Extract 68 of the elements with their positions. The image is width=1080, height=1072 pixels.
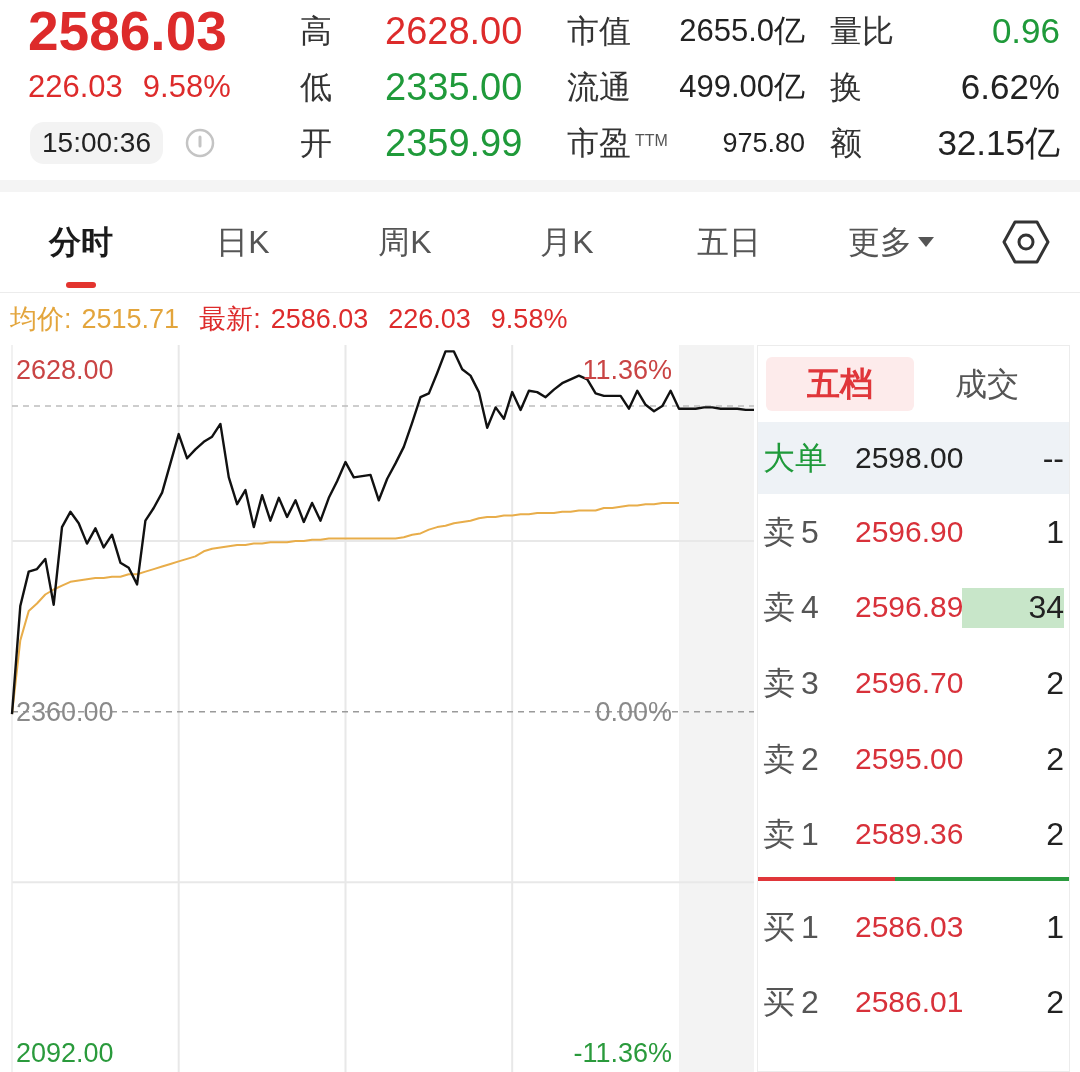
legend-label: 均价: xyxy=(10,303,72,336)
stat-label: 开 xyxy=(300,124,333,163)
order-volume: 2 xyxy=(1046,664,1064,703)
order-book-tab[interactable]: 五档 xyxy=(766,357,914,411)
stat-value: 6.62% xyxy=(959,66,1060,108)
stat-value: 2359.99 xyxy=(385,121,524,165)
stat-label: 额 xyxy=(830,124,863,163)
stat-label: 低 xyxy=(300,68,333,107)
legend-value: 2515.71 xyxy=(81,303,180,336)
order-level-label: 买2 xyxy=(763,983,826,1023)
chart-tab[interactable]: 周K xyxy=(324,192,486,292)
stat-value: 975.80 xyxy=(721,127,805,160)
order-level-label: 卖5 xyxy=(763,512,826,552)
stat-label: 市盈$^{TTM}$ xyxy=(567,124,668,163)
order-level-label: 卖4 xyxy=(763,588,826,628)
legend-value: 226.03 xyxy=(388,303,471,336)
order-volume: 1 xyxy=(1046,512,1064,552)
order-price: 2596.89 xyxy=(855,589,964,626)
legend-value: 2586.03 xyxy=(270,303,369,336)
order-price: 2596.90 xyxy=(855,513,964,550)
stat-value: 2628.00 xyxy=(385,9,524,53)
caret-icon xyxy=(918,237,934,247)
legend-label: 最新: xyxy=(199,303,261,336)
percent-axis-label: 11.36% xyxy=(582,354,672,387)
chart-tab[interactable]: 分时 xyxy=(0,192,162,292)
order-level-label: 卖2 xyxy=(763,739,826,779)
stat-label: 量比 xyxy=(830,12,894,51)
percent-axis-label: -11.36% xyxy=(573,1037,672,1070)
price-change: 226.03 xyxy=(28,69,123,105)
order-volume: 34 xyxy=(1028,588,1064,628)
stat-label: 换 xyxy=(830,68,863,107)
order-price: 2596.70 xyxy=(855,665,964,701)
price-axis-label: 2628.00 xyxy=(16,354,114,387)
order-volume: 1 xyxy=(1046,907,1064,947)
order-price: 2589.36 xyxy=(855,816,964,853)
order-level-label: 买1 xyxy=(763,907,826,947)
order-volume: 2 xyxy=(1046,983,1064,1023)
change-percent: 9.58% xyxy=(142,69,231,105)
order-price: 2586.01 xyxy=(855,984,964,1021)
stat-label: 高 xyxy=(300,12,333,51)
big-order-price: 2598.00 xyxy=(855,440,964,476)
legend-value: 9.58% xyxy=(490,303,568,336)
order-price: 2586.03 xyxy=(855,908,964,945)
stat-label: 市值 xyxy=(567,12,632,51)
order-level-label: 卖1 xyxy=(763,815,826,855)
chart-tab[interactable]: 日K xyxy=(162,192,324,292)
chart-tab[interactable]: 五日 xyxy=(648,192,810,292)
more-menu-tab[interactable]: 更多 xyxy=(810,192,972,292)
price-axis-label: 2360.00 xyxy=(16,696,114,729)
quote-time: 15:00:36 xyxy=(30,122,163,164)
stat-value: 2335.00 xyxy=(385,65,524,109)
order-price: 2595.00 xyxy=(855,740,964,777)
last-price: 2586.03 xyxy=(28,3,227,59)
stat-value: 2655.0亿 xyxy=(678,12,805,50)
percent-axis-label: 0.00% xyxy=(595,696,672,729)
big-order-volume: -- xyxy=(1042,439,1064,478)
settings-icon[interactable] xyxy=(1002,220,1050,264)
stat-label: 流通 xyxy=(567,68,632,107)
order-book-tab[interactable]: 成交 xyxy=(913,357,1061,411)
stat-value: 0.96 xyxy=(990,10,1060,52)
stat-value: 499.00亿 xyxy=(678,68,805,106)
chart-tab[interactable]: 月K xyxy=(486,192,648,292)
big-order-label: 大单 xyxy=(763,439,828,478)
order-level-label: 卖3 xyxy=(763,664,826,703)
order-volume: 2 xyxy=(1046,739,1064,779)
order-volume: 2 xyxy=(1046,815,1064,855)
stat-value: 32.15亿 xyxy=(936,122,1060,164)
price-axis-label: 2092.00 xyxy=(16,1037,114,1070)
